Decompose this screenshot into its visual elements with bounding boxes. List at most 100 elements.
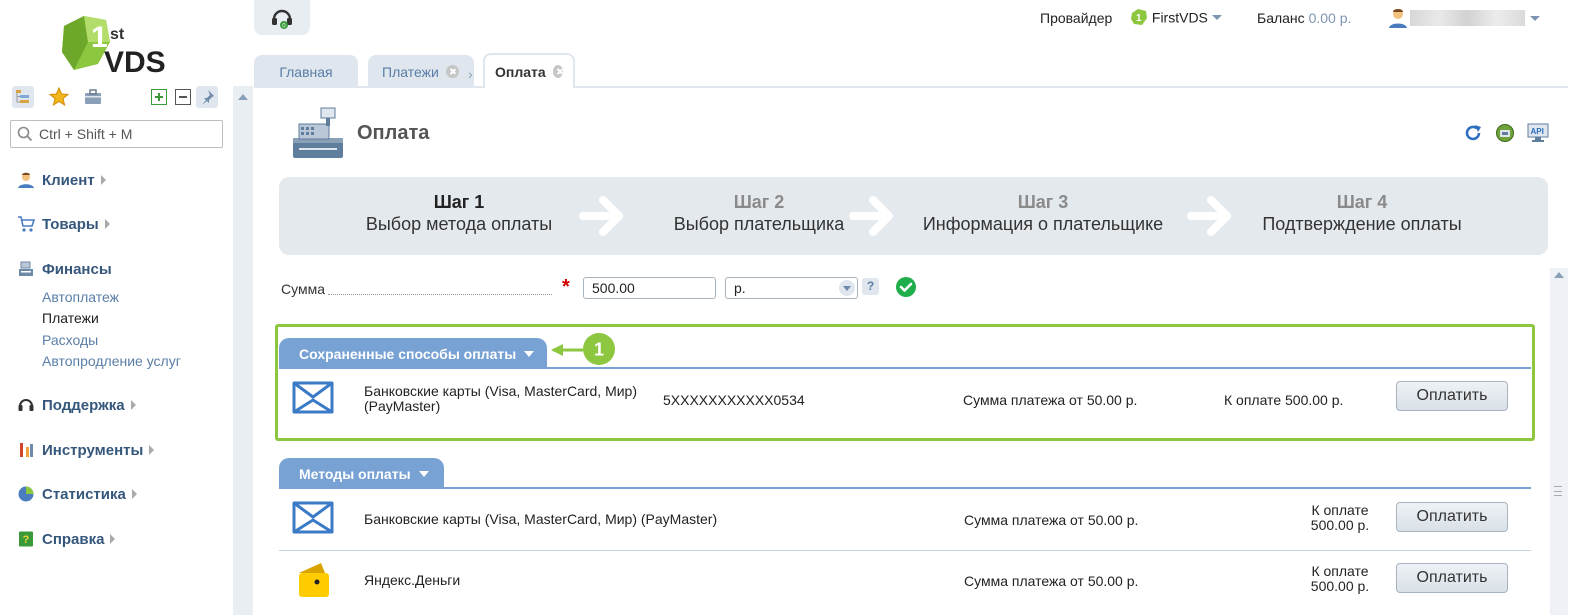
svg-text:1: 1 xyxy=(1136,13,1142,24)
provider-selector[interactable]: 1 FirstVDS xyxy=(1130,8,1222,26)
search-icon xyxy=(17,126,33,142)
user-name-redacted[interactable] xyxy=(1410,10,1525,26)
step-arrow-icon xyxy=(849,196,893,236)
envelope-icon xyxy=(292,381,334,414)
nav-item-payments[interactable]: Платежи xyxy=(42,310,99,326)
annotation-callout-1: 1 xyxy=(551,333,615,365)
expand-caret-icon xyxy=(149,445,155,455)
firstvds-mini-logo-icon: 1 xyxy=(1131,9,1147,26)
provider-label: Провайдер xyxy=(1040,10,1113,26)
method-name: Банковские карты (Visa, MasterCard, Мир)… xyxy=(364,511,718,527)
pay-button[interactable]: Оплатить xyxy=(1396,502,1508,532)
support-status-button[interactable]: 0 xyxy=(254,0,310,35)
amount-label: Сумма xyxy=(281,281,325,297)
scroll-up-icon[interactable] xyxy=(1554,272,1564,278)
required-asterisk: * xyxy=(562,276,570,298)
nav-group-statistics[interactable]: Статистика xyxy=(16,483,137,505)
svg-text:API: API xyxy=(1531,127,1544,136)
nav-item-autopayment[interactable]: Автоплатеж xyxy=(42,289,119,305)
expand-all-icon[interactable] xyxy=(148,86,170,108)
collapse-all-icon[interactable] xyxy=(172,86,194,108)
page-title: Оплата xyxy=(357,122,430,144)
saved-method-row: Банковские карты (Visa, MasterCard, Мир)… xyxy=(279,370,1531,430)
briefcase-icon[interactable] xyxy=(82,86,104,108)
wizard-step-2: Шаг 2 Выбор плательщика xyxy=(673,192,845,234)
saved-card-number: 5XXXXXXXXXXX0534 xyxy=(663,392,805,408)
yandex-wallet-icon xyxy=(299,563,329,597)
content-scrollbar[interactable] xyxy=(1550,268,1568,615)
chevron-down-icon xyxy=(524,350,535,357)
tools-icon xyxy=(16,440,36,460)
saved-methods-section-header[interactable]: Сохраненные способы оплаты xyxy=(279,338,547,369)
nav-item-expenses[interactable]: Расходы xyxy=(42,332,98,348)
chevron-down-icon xyxy=(418,470,429,477)
sidebar-toolbar xyxy=(12,86,228,110)
nav-group-client[interactable]: Клиент xyxy=(16,169,106,191)
expand-caret-icon xyxy=(104,219,110,229)
label-leader-dots xyxy=(328,294,552,295)
section-divider xyxy=(279,367,1531,369)
pie-chart-icon xyxy=(16,484,36,504)
scroll-up-icon[interactable] xyxy=(238,94,248,100)
close-tab-icon[interactable] xyxy=(445,65,459,78)
min-amount: Сумма платежа от 50.00 р. xyxy=(963,392,1138,408)
wizard-step-3: Шаг 3 Информация о плательщике xyxy=(922,192,1164,234)
tab-home[interactable]: Главная xyxy=(254,55,358,88)
tab-bar: Главная Платежи Оплата xyxy=(254,53,1568,88)
firstvds-logo[interactable]: 1 st VDS xyxy=(58,12,178,78)
field-help-button[interactable]: ? xyxy=(862,278,879,295)
api-icon[interactable]: API xyxy=(1527,122,1549,144)
refresh-icon[interactable] xyxy=(1462,122,1484,144)
svg-text:st: st xyxy=(110,26,125,43)
svg-text:1: 1 xyxy=(594,340,604,360)
pay-button[interactable]: Оплатить xyxy=(1396,563,1508,593)
breadcrumb-chevron-icon: › xyxy=(468,66,473,82)
payment-method-row: Банковские карты (Visa, MasterCard, Мир)… xyxy=(279,490,1531,550)
currency-select[interactable]: р. xyxy=(725,277,858,299)
min-amount: Сумма платежа от 50.00 р. xyxy=(964,573,1139,589)
cash-register-icon xyxy=(16,259,36,279)
tree-view-icon[interactable] xyxy=(12,86,34,108)
nav-group-help[interactable]: ? Справка xyxy=(16,528,116,550)
balance-label: Баланс xyxy=(1257,10,1305,26)
tab-payment[interactable]: Оплата xyxy=(483,53,575,88)
balance-display: Баланс 0.00 р. xyxy=(1257,10,1351,26)
amount-due: К оплате 500.00 р. xyxy=(1310,563,1370,594)
nav-item-autorenewal[interactable]: Автопродление услуг xyxy=(42,353,181,369)
close-tab-icon[interactable] xyxy=(552,65,563,78)
pin-icon[interactable] xyxy=(196,86,218,108)
tab-payments[interactable]: Платежи xyxy=(368,55,474,88)
nav-group-tools[interactable]: Инструменты xyxy=(16,439,155,461)
chevron-down-icon xyxy=(839,280,855,296)
expand-caret-icon xyxy=(130,400,136,410)
pay-button[interactable]: Оплатить xyxy=(1396,381,1508,411)
chevron-down-icon[interactable] xyxy=(1530,16,1540,21)
scroll-grip[interactable] xyxy=(1554,486,1562,496)
wizard-step-1: Шаг 1 Выбор метода оплаты xyxy=(365,192,553,234)
balance-value: 0.00 р. xyxy=(1308,10,1352,26)
valid-checkmark-icon xyxy=(896,277,916,297)
wizard-step-4: Шаг 4 Подтверждение оплаты xyxy=(1262,192,1462,234)
network-globe-icon[interactable] xyxy=(1494,122,1516,144)
headset-icon xyxy=(16,395,36,415)
amount-input[interactable] xyxy=(583,277,716,299)
amount-due: К оплате 500.00 р. xyxy=(1310,502,1370,533)
user-avatar-icon xyxy=(1389,9,1407,28)
min-amount: Сумма платежа от 50.00 р. xyxy=(964,512,1139,528)
favorites-star-icon[interactable] xyxy=(48,86,70,108)
payment-methods-section-header[interactable]: Методы оплаты xyxy=(279,458,444,489)
nav-group-support[interactable]: Поддержка xyxy=(16,394,136,416)
sidebar-scroll-rail[interactable] xyxy=(233,86,253,615)
user-menu[interactable] xyxy=(1388,7,1408,32)
menu-search-field[interactable] xyxy=(10,120,223,148)
nav-group-products[interactable]: Товары xyxy=(16,213,110,235)
svg-text:VDS: VDS xyxy=(104,46,166,78)
sidebar: 1 st VDS Клиент Товары xyxy=(0,0,233,615)
expand-caret-icon xyxy=(110,534,116,544)
menu-search-input[interactable] xyxy=(39,125,217,143)
expand-caret-icon xyxy=(131,489,137,499)
step-arrow-icon xyxy=(579,196,623,236)
section-divider xyxy=(279,487,1531,489)
nav-group-finance[interactable]: Финансы xyxy=(16,258,112,280)
chevron-down-icon xyxy=(1211,14,1222,20)
